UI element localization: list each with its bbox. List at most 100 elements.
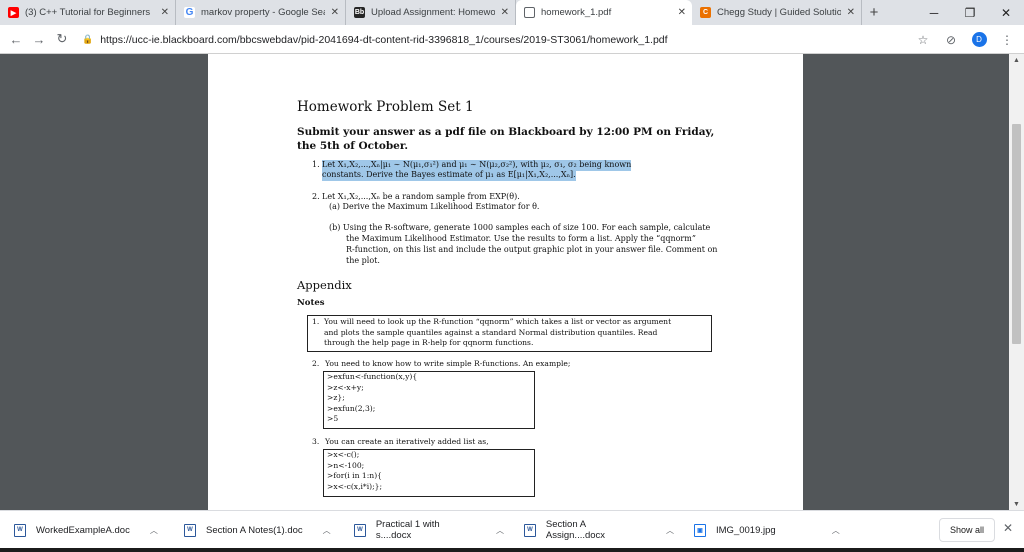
profile-avatar[interactable]: D [968, 29, 990, 51]
code-line: >z}; [327, 393, 345, 402]
download-filename: IMG_0019.jpg [716, 524, 776, 536]
question-number: 1. [312, 160, 320, 169]
blackboard-icon: Bb [354, 7, 365, 18]
code-line: >x<-c(x,i*i);}; [327, 481, 383, 491]
chevron-up-icon[interactable]: ︿ [323, 525, 331, 536]
question-2b-line-2: the Maximum Likelihood Estimator. Use th… [346, 234, 696, 243]
close-icon[interactable]: ✕ [678, 7, 686, 18]
adblock-icon[interactable]: ⊘ [940, 29, 962, 51]
note-number: 3. [312, 437, 320, 446]
maximize-button[interactable]: ❐ [952, 0, 988, 25]
notes-heading: Notes [297, 298, 325, 308]
word-doc-icon: W [184, 523, 196, 537]
download-filename: Section A Assign....docx [545, 519, 606, 541]
scrollbar-thumb[interactable] [1012, 124, 1021, 344]
minimize-button[interactable]: ─ [916, 0, 952, 25]
show-all-button[interactable]: Show all [939, 518, 995, 542]
code-line: >z<-x+y; [327, 382, 364, 392]
code-line: >exfun<-function(x,y){ [327, 372, 418, 381]
download-filename: Practical 1 with s....docx [375, 519, 440, 541]
code-line: >n<-100; [327, 460, 365, 470]
bookmark-star-icon[interactable]: ☆ [912, 29, 934, 51]
document-icon [524, 7, 535, 18]
note-1-line-2: and plots the sample quantiles against a… [324, 327, 658, 337]
note-number: 2. [312, 359, 320, 368]
download-filename: Section A Notes(1).doc [206, 524, 303, 536]
chevron-up-icon[interactable]: ︿ [496, 525, 504, 536]
download-item[interactable]: W WorkedExampleA.doc ︿ [14, 511, 164, 549]
download-item[interactable]: W Practical 1 with s....docx ︿ [354, 511, 504, 549]
download-filename: WorkedExampleA.doc [36, 524, 130, 536]
note-1-line-1: You will need to look up the R-function … [324, 317, 672, 326]
note-2-text: You need to know how to write simple R-f… [325, 359, 571, 368]
url-text: https://ucc-ie.blackboard.com/bbcswebdav… [100, 33, 668, 46]
vertical-scrollbar[interactable]: ▲ ▼ [1009, 54, 1024, 510]
code-block-1: >exfun<-function(x,y){ >z<-x+y; >z}; >ex… [323, 371, 535, 429]
scroll-up-icon[interactable]: ▲ [1009, 54, 1024, 66]
word-doc-icon: W [354, 523, 366, 537]
youtube-icon: ▶ [8, 7, 19, 18]
tab-chegg[interactable]: C Chegg Study | Guided Solution ✕ [692, 0, 862, 25]
word-doc-icon: W [14, 523, 26, 537]
note-1-line-3: through the help page in R-help for qqno… [324, 338, 534, 347]
os-taskbar [0, 548, 1024, 552]
submission-instructions: Submit your answer as a pdf file on Blac… [297, 126, 715, 152]
pdf-viewer[interactable]: Homework Problem Set 1 Submit your answe… [0, 54, 1024, 510]
tab-youtube[interactable]: ▶ (3) C++ Tutorial for Beginners ✕ [0, 0, 176, 25]
close-icon[interactable]: ✕ [331, 7, 339, 18]
code-line: >exfun(2,3); [327, 403, 376, 413]
forward-arrow-icon[interactable]: → [29, 29, 49, 49]
scroll-down-icon[interactable]: ▼ [1009, 498, 1024, 510]
back-arrow-icon[interactable]: ← [6, 29, 26, 49]
note-3-text: You can create an iteratively added list… [325, 437, 489, 446]
close-icon[interactable]: ✕ [847, 7, 855, 18]
chevron-up-icon[interactable]: ︿ [666, 525, 674, 536]
tab-title: homework_1.pdf [541, 7, 612, 18]
close-icon[interactable]: ✕ [161, 7, 169, 18]
code-line: >5 [327, 414, 339, 423]
tab-title: markov property - Google Sea [201, 7, 325, 18]
question-2-stem: Let X₁,X₂,...,Xₙ be a random sample from… [322, 192, 520, 201]
question-2b-line-1: (b) Using the R-software, generate 1000 … [329, 223, 711, 232]
download-item[interactable]: W Section A Notes(1).doc ︿ [184, 511, 334, 549]
close-icon[interactable]: ✕ [501, 7, 509, 18]
tab-google[interactable]: G markov property - Google Sea ✕ [176, 0, 346, 25]
window-close-button[interactable]: ✕ [988, 0, 1024, 25]
browser-toolbar: ← → ↻ 🔒 https://ucc-ie.blackboard.com/bb… [0, 25, 1024, 54]
tab-title: (3) C++ Tutorial for Beginners [25, 7, 151, 18]
download-item[interactable]: ▣ IMG_0019.jpg ︿ [694, 511, 844, 549]
new-tab-button[interactable]: + [862, 0, 886, 25]
tab-homework-pdf[interactable]: homework_1.pdf ✕ [516, 0, 692, 25]
lock-icon: 🔒 [82, 34, 94, 44]
appendix-heading: Appendix [297, 278, 352, 292]
download-item[interactable]: W Section A Assign....docx ︿ [524, 511, 674, 549]
code-line: >for(i in 1:n){ [327, 471, 382, 480]
code-line: >x<-c(); [327, 450, 360, 459]
chegg-icon: C [700, 7, 711, 18]
note-1-box: 1. You will need to look up the R-functi… [307, 315, 712, 352]
tab-title: Upload Assignment: Homewor [371, 7, 495, 18]
image-file-icon: ▣ [694, 523, 706, 537]
chevron-up-icon[interactable]: ︿ [150, 525, 158, 536]
question-2b-line-3: R-function, on this list and include the… [346, 245, 718, 254]
word-doc-icon: W [524, 523, 536, 537]
page-title: Homework Problem Set 1 [297, 99, 474, 115]
question-2b-line-4: the plot. [346, 256, 380, 265]
tab-blackboard[interactable]: Bb Upload Assignment: Homewor ✕ [346, 0, 516, 25]
question-1-line-2[interactable]: constants. Derive the Bayes estimate of … [322, 170, 576, 181]
question-1-line-1[interactable]: Let X₁,X₂,...,Xₙ|μ₁ ∼ N(μ₁,σ₁²) and μ₁ ∼… [322, 160, 632, 171]
note-number: 1. [312, 317, 320, 326]
google-icon: G [184, 7, 195, 18]
tab-title: Chegg Study | Guided Solution [717, 7, 841, 18]
tab-strip: ▶ (3) C++ Tutorial for Beginners ✕ G mar… [0, 0, 1024, 25]
close-icon[interactable]: ✕ [1003, 521, 1013, 535]
pdf-page: Homework Problem Set 1 Submit your answe… [208, 54, 803, 510]
chevron-up-icon[interactable]: ︿ [832, 525, 840, 536]
reload-icon[interactable]: ↻ [52, 29, 72, 49]
question-number: 2. [312, 192, 320, 201]
question-2a: (a) Derive the Maximum Likelihood Estima… [329, 202, 540, 211]
address-bar[interactable]: 🔒 https://ucc-ie.blackboard.com/bbcswebd… [82, 30, 922, 49]
code-block-2: >x<-c(); >n<-100; >for(i in 1:n){ >x<-c(… [323, 449, 535, 497]
menu-dots-icon[interactable]: ⋮ [996, 29, 1018, 51]
download-shelf: W WorkedExampleA.doc ︿ W Section A Notes… [0, 510, 1024, 552]
